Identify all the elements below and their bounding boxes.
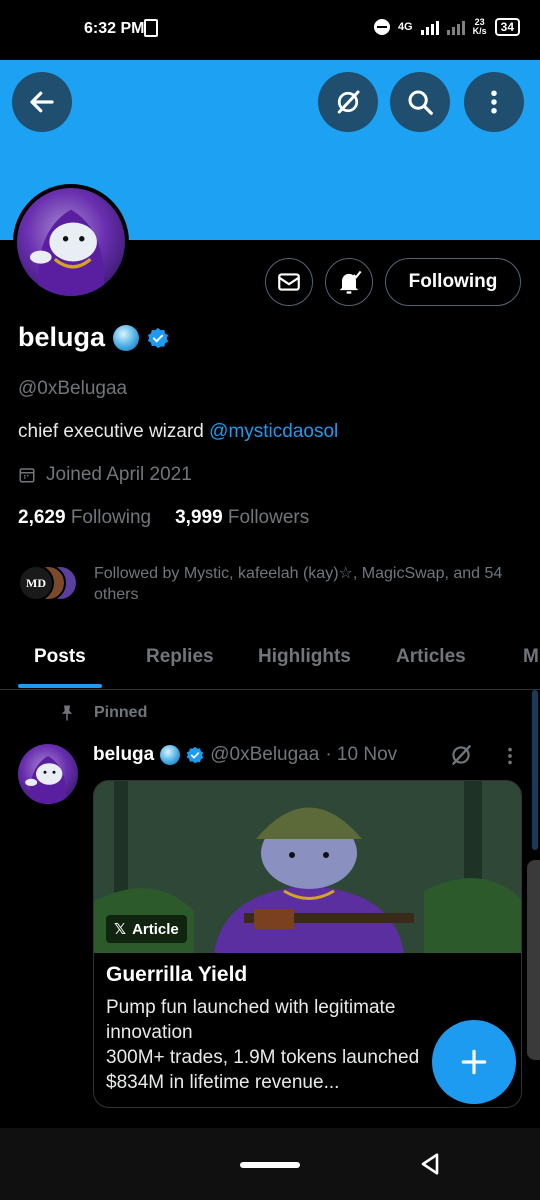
back-nav-icon[interactable] [416,1150,444,1178]
post-author-handle: @0xBelugaa [210,744,320,765]
pinned-label: Pinned [58,704,147,722]
status-indicators: 4G 23 K/s 34 [373,17,520,36]
joined-text: Joined April 2021 [46,464,192,485]
bio-text: chief executive wizard [18,421,210,442]
profile-handle: @0xBelugaa [18,378,128,399]
article-badge-text: Article [132,920,179,938]
bell-check-icon [339,270,362,294]
post-header: beluga @0xBelugaa · 10 Nov [93,744,397,766]
verified-badge-icon [186,746,204,764]
message-button[interactable] [265,258,313,306]
followers-stat[interactable]: 3,999 Followers [175,507,309,529]
search-button[interactable] [390,72,450,132]
lock-icon [144,19,158,37]
arrow-left-icon [30,91,54,113]
grok-icon [337,90,360,114]
bio-mention-link[interactable]: @mysticdaosol [209,421,338,442]
post-date: · 10 Nov [325,744,398,765]
network-type: 4G [397,21,413,33]
signal-icon-2 [446,19,465,35]
tab-posts[interactable]: Posts [34,646,86,668]
post-more-icon[interactable] [499,745,521,767]
back-button[interactable] [12,72,72,132]
following-stat[interactable]: 2,629 Following [18,507,151,529]
avatar-image [25,756,67,804]
following-button[interactable]: Following [385,258,521,306]
avatar-image [17,188,125,296]
profile-name: beluga [18,322,106,352]
tab-media[interactable]: M [523,646,539,668]
article-title: Guerrilla Yield [106,963,248,986]
mutual-avatars: MD [18,563,82,601]
profile-bio: chief executive wizard @mysticdaosol [18,421,338,443]
joined-date: Joined April 2021 [18,464,192,486]
mail-icon [278,273,300,291]
active-tab-indicator [18,684,102,688]
tab-articles[interactable]: Articles [396,646,466,668]
tab-highlights[interactable]: Highlights [258,646,351,668]
notifications-button[interactable] [325,258,373,306]
mutual-avatar: MD [18,565,54,601]
do-not-disturb-icon [373,19,390,35]
more-vertical-icon [491,90,497,114]
grok-icon[interactable] [448,742,474,768]
scrollbar[interactable] [532,690,538,850]
post-author-name[interactable]: beluga [93,744,154,766]
edge-panel-handle[interactable] [527,860,540,1060]
status-time: 6:32 PM [84,20,145,37]
verified-badge-icon[interactable] [147,327,169,349]
tab-replies[interactable]: Replies [146,646,214,668]
pin-icon [61,705,73,721]
article-cover-image: 𝕏 Article [94,781,521,953]
profile-name-row: beluga [18,322,169,353]
search-icon [408,90,433,115]
more-button[interactable] [464,72,524,132]
article-badge: 𝕏 Article [106,915,187,943]
article-desc-line: Pump fun launched with legitimate [106,997,396,1018]
calendar-icon [19,468,35,483]
post-author-avatar[interactable] [18,744,78,804]
system-nav-bar [0,1128,540,1200]
crystal-ball-icon [113,324,140,351]
pinned-text: Pinned [94,704,148,721]
compose-button[interactable] [432,1020,516,1104]
follow-stats: 2,629 Following 3,999 Followers [18,507,309,529]
profile-tabs: Posts Replies Highlights Articles M [0,632,540,690]
plus-icon [461,1049,487,1075]
followed-by-row[interactable]: MD Followed by Mystic, kafeelah (kay)☆, … [18,563,514,605]
profile-avatar[interactable] [13,184,129,300]
network-speed: 23 K/s [472,17,487,36]
battery-indicator: 34 [494,18,520,36]
signal-icon [420,19,439,35]
crystal-ball-icon [160,745,181,765]
home-gesture-bar[interactable] [240,1162,300,1168]
x-logo-icon: 𝕏 [114,921,127,938]
grok-button[interactable] [318,72,378,132]
followed-by-text: Followed by Mystic, kafeelah (kay)☆, Mag… [94,565,503,603]
status-bar: 6:32 PM 4G 23 K/s 34 [0,0,540,60]
